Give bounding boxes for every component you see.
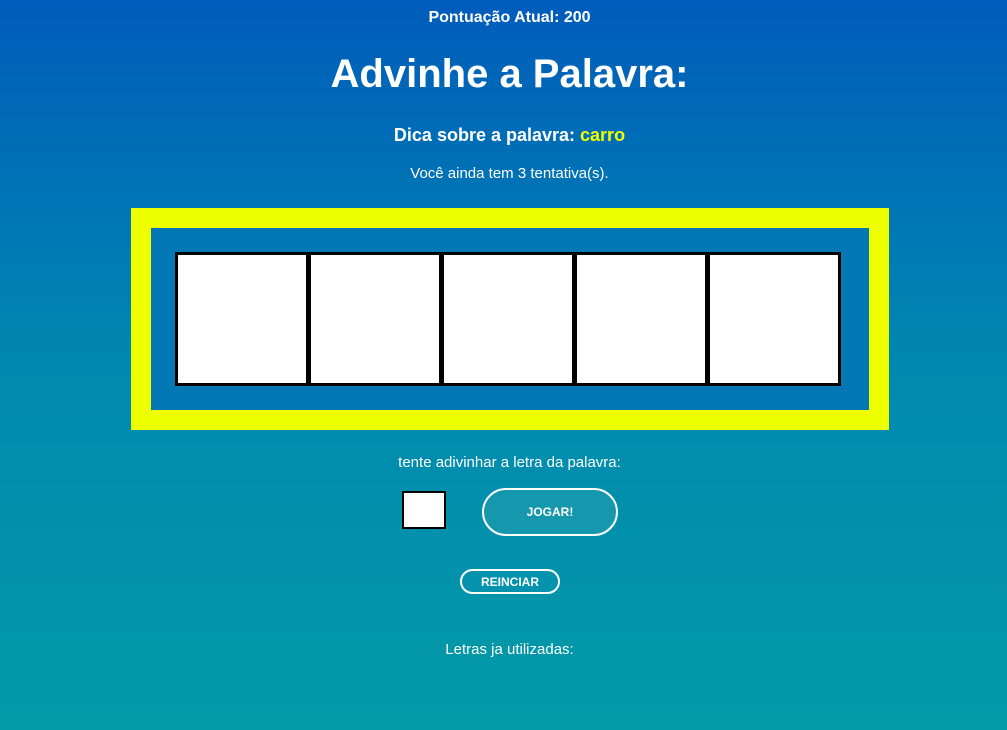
letter-slot [707, 252, 841, 386]
word-board [131, 208, 889, 430]
letter-slot [308, 252, 442, 386]
letter-slot [175, 252, 309, 386]
score-display: Pontuação Atual: 200 [0, 9, 1007, 27]
hint-word: carro [580, 125, 626, 145]
page-title: Advinhe a Palavra: [330, 52, 689, 96]
attempts-remaining: Você ainda tem 3 tentativa(s). [410, 165, 609, 182]
letter-slots [175, 252, 841, 386]
score-label: Pontuação Atual: [428, 9, 560, 26]
score-value: 200 [563, 9, 591, 26]
letter-input[interactable] [402, 491, 446, 529]
used-letters: Letras ja utilizadas: [0, 641, 1007, 658]
letter-slot [441, 252, 575, 386]
play-button[interactable]: JOGAR! [482, 488, 618, 536]
used-letters-label: Letras ja utilizadas: [445, 641, 574, 658]
hint-line: Dica sobre a palavra: carro [0, 125, 1007, 146]
letter-slot [574, 252, 708, 386]
guess-instruction: tente adivinhar a letra da palavra: [398, 454, 621, 471]
reset-button[interactable]: REINCIAR [460, 569, 560, 594]
hint-label: Dica sobre a palavra: [393, 125, 576, 145]
